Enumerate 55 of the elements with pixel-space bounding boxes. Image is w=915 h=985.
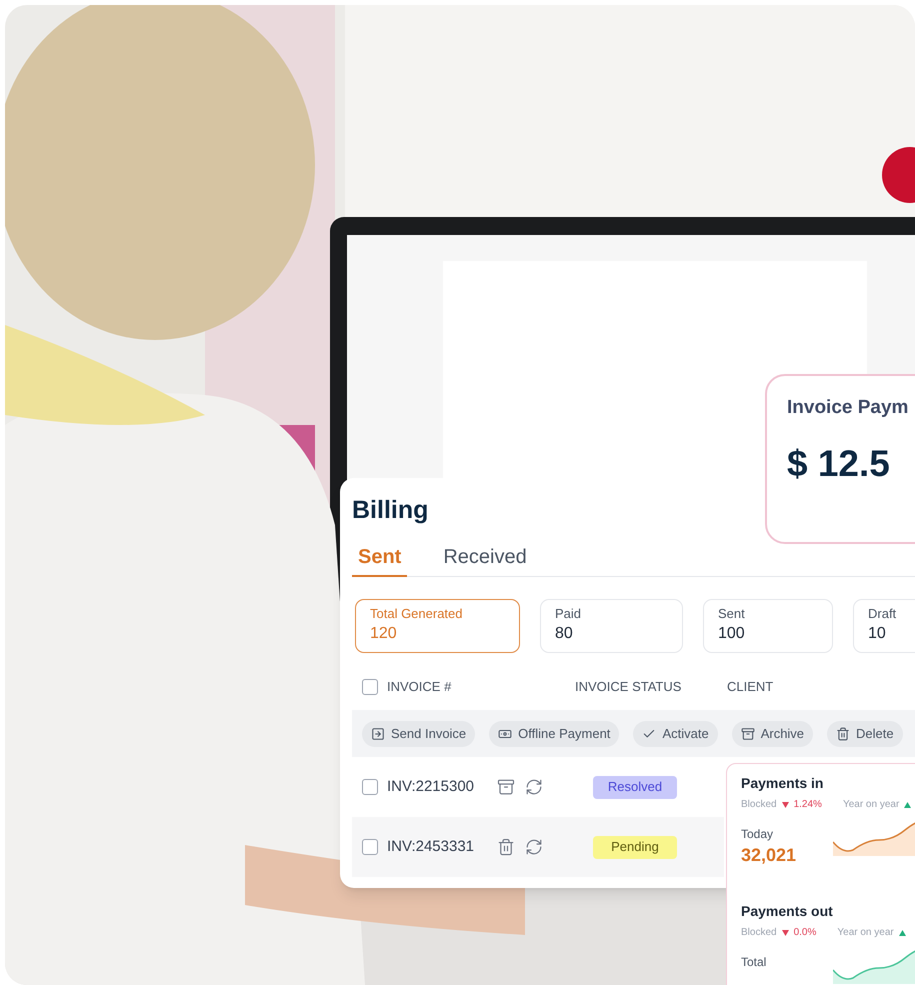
action-button[interactable]: Activate xyxy=(633,720,718,746)
stat-value: 10 xyxy=(868,626,887,642)
checkbox[interactable] xyxy=(362,779,378,795)
arrow-in-box-icon xyxy=(371,726,385,740)
stat-label: Draft xyxy=(868,607,898,620)
invoice-number: INV:2215300 xyxy=(387,776,476,797)
metric-label: Total xyxy=(741,956,768,968)
status-badge: Resolved xyxy=(593,776,677,798)
action-button[interactable]: Send Invoice xyxy=(362,720,476,746)
blocked-change: 1.24% xyxy=(794,798,822,812)
stat-card[interactable]: Paid 80 xyxy=(540,599,683,653)
card-title: Invoice Paym xyxy=(787,398,910,417)
checkbox[interactable] xyxy=(362,839,378,855)
stat-value: 80 xyxy=(555,626,574,642)
archive-icon xyxy=(740,726,755,740)
stat-label: Paid xyxy=(555,607,582,620)
amount: $ 12.5 xyxy=(787,445,891,482)
section-title: Payments in xyxy=(741,776,824,790)
down-triangle-icon xyxy=(782,802,789,808)
section-title: Payments out xyxy=(741,904,834,918)
metric-label: Today xyxy=(741,828,774,840)
stat-label: Total Generated xyxy=(370,607,464,620)
blocked-label: Blocked xyxy=(741,926,777,940)
trash-icon xyxy=(836,726,850,740)
action-button[interactable]: Delete xyxy=(827,720,903,746)
stat-card[interactable]: Total Generated 120 xyxy=(355,599,520,653)
down-triangle-icon xyxy=(782,930,789,936)
refresh-icon[interactable] xyxy=(525,838,543,856)
stat-value: 120 xyxy=(370,626,398,642)
invoice-number: INV:2453331 xyxy=(387,836,476,857)
action-button[interactable]: Archive xyxy=(732,720,814,746)
year-on-year-label: Year on year xyxy=(837,926,894,940)
trash-icon[interactable] xyxy=(497,838,515,856)
tab[interactable]: Sent xyxy=(352,547,408,577)
stat-value: 100 xyxy=(718,626,746,642)
stat-card[interactable]: Sent 100 xyxy=(703,599,833,653)
billing-title: Billing xyxy=(351,495,430,523)
table-row[interactable]: INV:2453331 Pending xyxy=(352,817,724,877)
blocked-change: 0.0% xyxy=(794,926,816,940)
column-header: CLIENT xyxy=(727,678,774,696)
metric-value: 32,021 xyxy=(741,846,798,864)
refresh-icon[interactable] xyxy=(525,778,543,796)
column-header: INVOICE STATUS xyxy=(575,678,682,696)
stat-card[interactable]: Draft 10 xyxy=(853,599,915,653)
action-button[interactable]: Offline Payment xyxy=(489,720,620,746)
up-triangle-icon xyxy=(898,930,906,936)
blocked-label: Blocked xyxy=(741,798,777,812)
tab[interactable]: Received xyxy=(437,547,533,577)
column-header: INVOICE # xyxy=(387,678,452,696)
checkbox[interactable] xyxy=(362,679,378,695)
archive-icon[interactable] xyxy=(497,778,515,796)
status-badge: Pending xyxy=(593,836,677,858)
up-triangle-icon xyxy=(904,802,912,808)
stat-label: Sent xyxy=(718,607,746,620)
year-on-year-label: Year on year xyxy=(842,798,900,812)
